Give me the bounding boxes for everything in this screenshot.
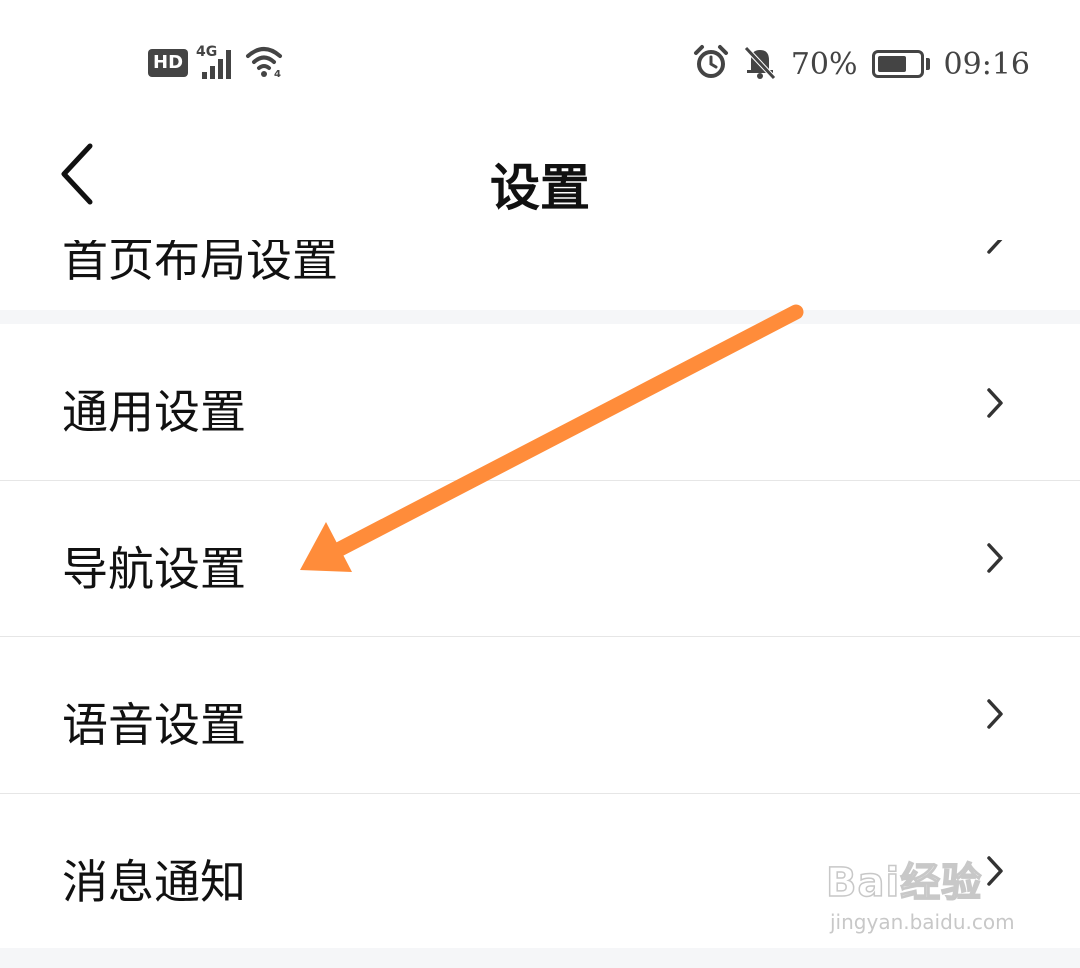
list-item-label: 语音设置: [62, 698, 246, 752]
status-right: 70% 09:16: [693, 44, 1030, 84]
clock: 09:16: [943, 46, 1030, 82]
watermark-url: jingyan.baidu.com: [830, 910, 1015, 934]
wifi-icon: 4: [244, 44, 288, 82]
baidu-watermark: Bai经验 jingyan.baidu.com: [825, 850, 1015, 934]
signal-icon: 4G: [196, 44, 236, 80]
chevron-right-icon: [987, 388, 1003, 418]
alarm-icon: [693, 44, 729, 84]
network-type-label: 4G: [196, 44, 218, 60]
chevron-right-icon: [987, 543, 1003, 573]
nav-bar: 设置: [0, 120, 1080, 240]
hd-icon: HD: [148, 49, 189, 77]
battery-percent: 70%: [790, 46, 858, 82]
section-divider: [0, 310, 1080, 324]
list-item-label: 导航设置: [62, 542, 246, 596]
list-item-label: 消息通知: [62, 855, 246, 909]
list-item-navigation-settings[interactable]: 导航设置: [0, 481, 1080, 637]
battery-icon: [871, 50, 930, 78]
watermark-logo: Bai经验: [825, 859, 983, 907]
status-left: HD 4G 4: [148, 44, 288, 82]
page-title: 设置: [490, 158, 590, 217]
svg-text:4: 4: [274, 69, 281, 78]
bottom-section-divider: [0, 948, 1080, 968]
list-item-voice-settings[interactable]: 语音设置: [0, 637, 1080, 794]
battery-level-fill: [877, 56, 906, 72]
chevron-right-icon: [987, 699, 1003, 729]
list-item-general-settings[interactable]: 通用设置: [0, 324, 1080, 481]
list-item-label: 通用设置: [62, 385, 246, 439]
bell-off-icon: [743, 44, 777, 84]
status-bar: HD 4G 4 70% 09:16: [0, 0, 1080, 120]
